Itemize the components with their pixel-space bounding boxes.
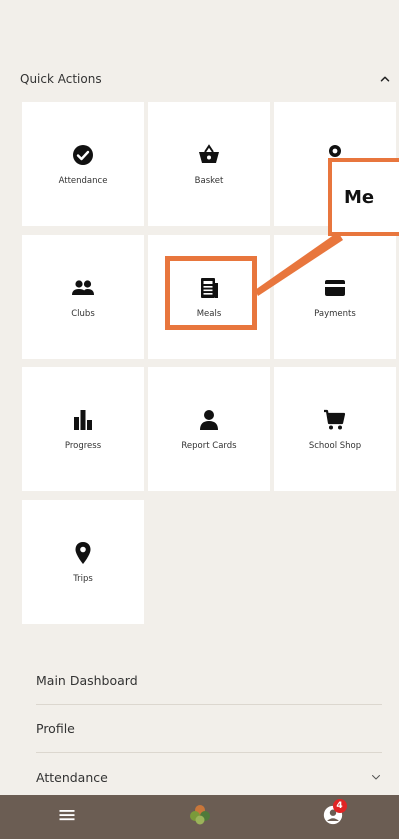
tile-label: Clubs [71, 309, 95, 319]
bar-chart-icon [70, 407, 96, 433]
quick-actions-title: Quick Actions [20, 72, 102, 86]
tile-trips[interactable]: Trips [22, 500, 144, 624]
tile-label: Trips [73, 574, 93, 584]
hamburger-icon [57, 805, 77, 829]
cart-icon [322, 407, 348, 433]
menu-item-profile[interactable]: Profile [36, 705, 382, 753]
annotation-highlight [165, 256, 257, 330]
annotation-callout: Me [328, 158, 399, 236]
credit-card-icon [322, 275, 348, 301]
chevron-up-icon[interactable] [378, 72, 392, 86]
tile-report-cards[interactable]: Report Cards [148, 367, 270, 491]
tile-label: Payments [314, 309, 356, 319]
tile-attendance[interactable]: Attendance [22, 102, 144, 226]
quick-actions-header[interactable]: Quick Actions [20, 70, 392, 88]
people-icon [70, 275, 96, 301]
tile-label: Basket [194, 176, 224, 186]
check-circle-icon [70, 142, 96, 168]
tile-school-shop[interactable]: School Shop [274, 367, 396, 491]
tile-payments[interactable]: Payments [274, 235, 396, 359]
account-button[interactable]: 4 [311, 795, 355, 839]
clover-logo-icon [188, 803, 212, 831]
tile-progress[interactable]: Progress [22, 367, 144, 491]
tile-basket[interactable]: Basket [148, 102, 270, 226]
menu-button[interactable] [45, 795, 89, 839]
chevron-down-icon[interactable] [370, 771, 382, 783]
tile-label: School Shop [308, 441, 362, 451]
menu-item-attendance[interactable]: Attendance [36, 753, 382, 801]
tile-label: Attendance [58, 176, 108, 186]
bottom-navigation-bar: 4 [0, 795, 399, 839]
notification-badge: 4 [332, 799, 347, 813]
tile-label: Report Cards [181, 441, 237, 451]
menu-item-label: Attendance [36, 769, 108, 785]
tile-clubs[interactable]: Clubs [22, 235, 144, 359]
basket-icon [196, 142, 222, 168]
menu-item-label: Profile [36, 721, 75, 736]
annotation-callout-text: Me [344, 186, 375, 208]
map-pin-icon [70, 540, 96, 566]
menu-item-main-dashboard[interactable]: Main Dashboard [36, 657, 382, 705]
person-icon [196, 407, 222, 433]
tile-label: Progress [64, 441, 102, 451]
menu-item-label: Main Dashboard [36, 673, 138, 688]
home-logo-button[interactable] [178, 795, 222, 839]
